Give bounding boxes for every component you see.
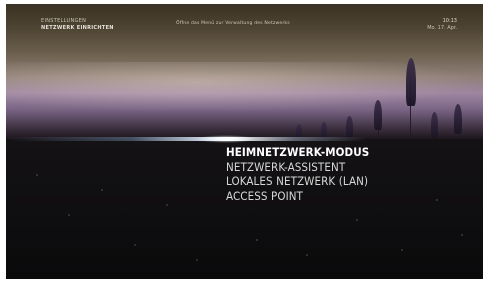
menu-item-access-point[interactable]: ACCESS POINT (226, 189, 369, 204)
ground-speck (36, 174, 38, 176)
menu-item-heimnetzwerk-modus[interactable]: HEIMNETZWERK-MODUS (226, 145, 369, 160)
lavender-stalk (346, 116, 353, 138)
menu-item-lokales-netzwerk[interactable]: LOKALES NETZWERK (LAN) (226, 174, 369, 189)
breadcrumb: EINSTELLUNGEN NETZWERK EINRICHTEN (41, 18, 114, 32)
lavender-stalk (431, 112, 438, 138)
lavender-stalk (374, 100, 382, 130)
ground-speck (68, 214, 70, 216)
clock-time: 10:13 (442, 18, 457, 24)
ground-speck (356, 219, 358, 221)
menu-item-netzwerk-assistent[interactable]: NETZWERK-ASSISTENT (226, 160, 369, 175)
lavender-stalk (406, 58, 416, 106)
ground-speck (196, 259, 198, 261)
light-flare-divider (6, 137, 366, 141)
lavender-stalk (454, 104, 462, 134)
ground-speck (436, 199, 438, 201)
hint-text: Öffne das Menü zur Verwaltung des Netzwe… (176, 21, 290, 26)
ground-speck (306, 254, 308, 256)
ground-speck (461, 234, 463, 236)
ground-speck (101, 189, 103, 191)
ground-speck (401, 249, 403, 251)
page-title: NETZWERK EINRICHTEN (41, 25, 114, 31)
clock-date: Mo. 17. Apr. (427, 25, 457, 31)
tv-screen: EINSTELLUNGEN NETZWERK EINRICHTEN Öffne … (6, 4, 483, 279)
clock: 10:13 Mo. 17. Apr. (427, 18, 457, 32)
breadcrumb-parent: EINSTELLUNGEN (41, 18, 87, 24)
ground-speck (134, 244, 136, 246)
light-flare-core (196, 135, 256, 143)
ground-speck (256, 239, 258, 241)
network-menu: HEIMNETZWERK-MODUS NETZWERK-ASSISTENT LO… (226, 145, 369, 203)
ground-speck (166, 204, 168, 206)
